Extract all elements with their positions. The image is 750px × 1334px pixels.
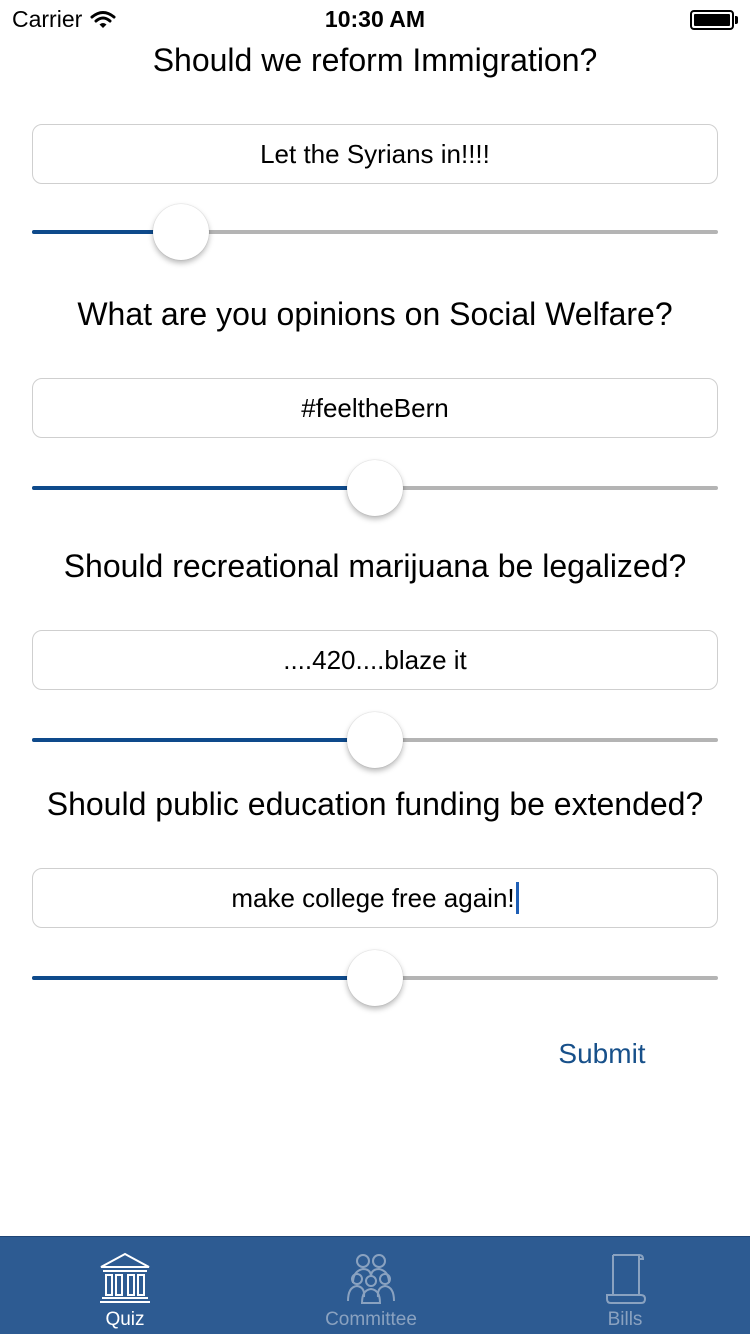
slider-thumb[interactable]: [347, 712, 403, 768]
slider-thumb[interactable]: [153, 204, 209, 260]
slider-thumb[interactable]: [347, 460, 403, 516]
battery-icon: [690, 10, 738, 30]
answer-text: Let the Syrians in!!!!: [260, 138, 490, 169]
slider-fill: [32, 486, 375, 490]
opinion-slider-immigration[interactable]: [32, 202, 718, 262]
question-immigration: Should we reform Immigration?: [152, 42, 598, 78]
answer-text: #feeltheBern: [301, 392, 449, 423]
courthouse-icon: [100, 1252, 150, 1303]
question-marijuana: Should recreational marijuana be legaliz…: [63, 548, 687, 584]
slider-fill: [32, 976, 375, 980]
tab-quiz[interactable]: Quiz: [55, 1237, 195, 1334]
tab-label: Committee: [325, 1309, 417, 1330]
answer-field-education-funding[interactable]: make college free again!: [32, 868, 718, 928]
tab-label: Bills: [607, 1309, 643, 1330]
tab-bills[interactable]: Bills: [555, 1237, 695, 1334]
answer-text: ....420....blaze it: [283, 644, 467, 675]
answer-field-marijuana[interactable]: ....420....blaze it: [32, 630, 718, 690]
text-cursor: [515, 882, 519, 914]
status-time: 10:30 AM: [324, 6, 426, 32]
opinion-slider-education-funding[interactable]: [32, 948, 718, 1008]
answer-field-immigration[interactable]: Let the Syrians in!!!!: [32, 124, 718, 184]
submit-button[interactable]: Submit: [540, 1038, 664, 1078]
opinion-slider-social-welfare[interactable]: [32, 458, 718, 518]
slider-fill: [32, 738, 375, 742]
status-bar: Carrier 10:30 AM: [0, 0, 750, 40]
tab-bar: Quiz Committee Bills: [0, 1236, 750, 1334]
answer-text: make college free again!: [231, 882, 515, 913]
answer-field-social-welfare[interactable]: #feeltheBern: [32, 378, 718, 438]
scroll-icon: [606, 1254, 647, 1304]
opinion-slider-marijuana[interactable]: [32, 710, 718, 770]
tab-committee[interactable]: Committee: [301, 1237, 441, 1334]
question-education-funding: Should public education funding be exten…: [46, 786, 704, 822]
tab-label: Quiz: [105, 1309, 145, 1330]
question-social-welfare: What are you opinions on Social Welfare?: [77, 296, 673, 332]
slider-thumb[interactable]: [347, 950, 403, 1006]
people-group-icon: [347, 1254, 395, 1304]
